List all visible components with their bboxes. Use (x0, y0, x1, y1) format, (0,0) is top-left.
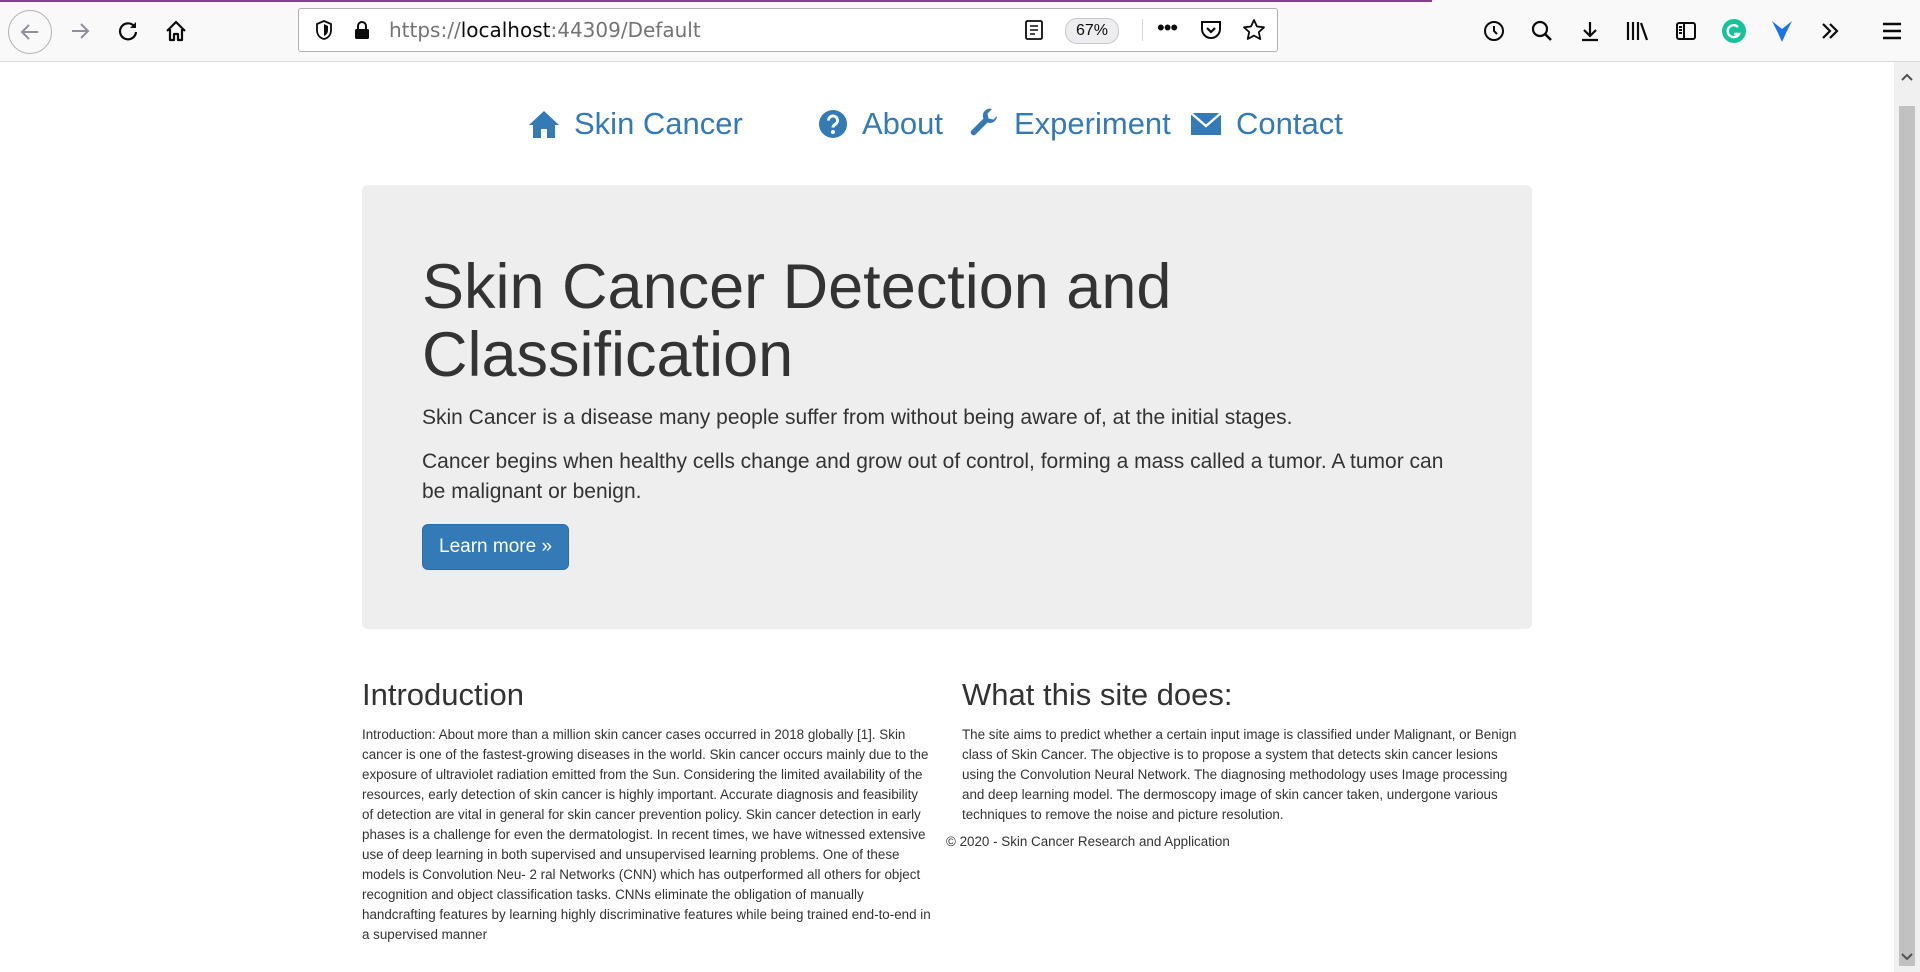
url-bar[interactable]: https://localhost:44309/Default 67% ••• (298, 8, 1278, 52)
nav-contact-link[interactable]: Contact (1190, 106, 1343, 142)
library-icon (1626, 22, 1649, 41)
scroll-up-arrow[interactable] (1894, 64, 1920, 90)
search-icon (1531, 20, 1552, 41)
page-footer: © 2020 - Skin Cancer Research and Applic… (946, 834, 1230, 849)
site-purpose-section: What this site does: The site aims to pr… (962, 675, 1532, 825)
chevron-up-icon (1901, 73, 1913, 81)
nav-experiment-link[interactable]: Experiment (968, 106, 1171, 142)
grammarly-extension[interactable] (1716, 13, 1752, 49)
envelope-icon (1190, 112, 1222, 135)
scrollbar-thumb[interactable] (1899, 106, 1915, 966)
question-circle-icon (819, 110, 847, 138)
nav-experiment-label: Experiment (1014, 106, 1171, 141)
url-host: localhost (460, 18, 551, 42)
page-actions-button[interactable]: ••• (1157, 15, 1178, 41)
site-purpose-text: The site aims to predict whether a certa… (962, 727, 1517, 822)
downloads-button[interactable] (1572, 13, 1608, 49)
sidebar-button[interactable] (1668, 13, 1704, 49)
introduction-section: Introduction Introduction: About more th… (362, 675, 932, 945)
grammarly-icon (1722, 19, 1746, 43)
home-icon (529, 111, 559, 138)
download-icon (1582, 22, 1598, 42)
library-button[interactable] (1620, 13, 1656, 49)
home-icon (166, 20, 186, 42)
url-scheme: https:// (389, 18, 461, 42)
shield-icon[interactable] (313, 19, 335, 41)
home-button[interactable] (156, 11, 196, 51)
wrench-icon (970, 108, 997, 136)
forward-button[interactable] (60, 11, 100, 51)
history-icon (1484, 21, 1504, 41)
nav-about-link[interactable]: About (818, 106, 943, 142)
vertical-scrollbar[interactable] (1894, 62, 1920, 972)
back-icon (20, 24, 38, 40)
lock-icon[interactable] (351, 19, 373, 41)
hero-paragraph: Cancer begins when healthy cells change … (422, 450, 1444, 503)
forward-icon (72, 23, 90, 39)
browser-toolbar: https://localhost:44309/Default 67% ••• (0, 0, 1920, 62)
reload-button[interactable] (108, 11, 148, 51)
reload-icon (118, 22, 138, 41)
tab-accent-line (0, 0, 1432, 2)
url-bar-separator (1142, 19, 1143, 41)
hero-lead-paragraph: Skin Cancer is a disease many people suf… (422, 406, 1293, 429)
site-navbar: Skin Cancer About Experiment Contact (0, 106, 1894, 156)
scroll-down-arrow[interactable] (1894, 944, 1920, 970)
url-path: :44309/Default (550, 18, 701, 42)
pocket-icon[interactable] (1199, 19, 1223, 41)
introduction-heading: Introduction (362, 677, 524, 712)
main-menu-button[interactable] (1872, 13, 1912, 49)
extension-button[interactable] (1764, 13, 1800, 49)
hero-title: Skin Cancer Detection and Classification (422, 252, 1172, 390)
nav-brand-label: Skin Cancer (574, 106, 743, 141)
nav-contact-label: Contact (1236, 106, 1343, 141)
learn-more-button[interactable]: Learn more » (422, 524, 570, 570)
overflow-menu-button[interactable] (1812, 13, 1848, 49)
search-button[interactable] (1524, 13, 1560, 49)
history-button[interactable] (1476, 13, 1512, 49)
hero-jumbotron: Skin Cancer Detection and Classification… (362, 185, 1532, 629)
star-icon[interactable] (1241, 17, 1267, 43)
overflow-icon (1822, 23, 1839, 39)
menu-icon (1883, 22, 1901, 40)
back-button[interactable] (8, 10, 52, 54)
introduction-text: Introduction: About more than a million … (362, 727, 931, 942)
chevron-down-icon (1901, 953, 1913, 961)
nav-brand-link[interactable]: Skin Cancer (528, 106, 743, 142)
nav-about-label: About (862, 106, 944, 141)
url-text[interactable]: https://localhost:44309/Default (389, 9, 701, 51)
zoom-indicator[interactable]: 67% (1065, 18, 1120, 44)
reader-view-icon[interactable] (1023, 19, 1045, 41)
extension-icon (1772, 21, 1792, 42)
site-purpose-heading: What this site does: (962, 677, 1233, 712)
sidebar-icon (1676, 22, 1696, 40)
page-viewport: Skin Cancer About Experiment Contact Ski… (0, 62, 1894, 972)
